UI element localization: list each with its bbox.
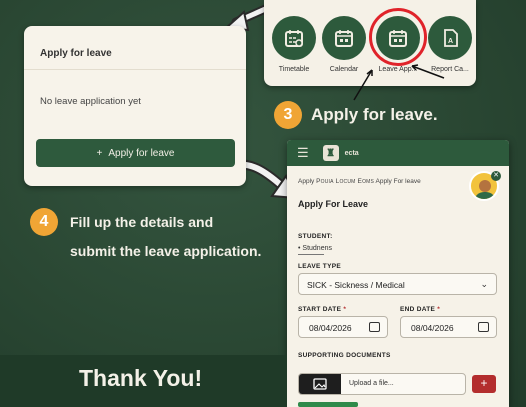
start-date-value: 08/04/2026 — [309, 323, 352, 333]
page-title: Apply For Leave — [298, 199, 369, 209]
step-4-caption-line1: Fill up the details and — [70, 214, 214, 230]
end-date-input[interactable]: 08/04/2026 — [400, 316, 497, 338]
supporting-documents-label: SUPPORTING DOCUMENTS — [298, 352, 391, 359]
breadcrumb-item-2[interactable]: Pouia Locum Eoms — [316, 178, 374, 185]
end-date-label: END DATE * — [400, 306, 441, 313]
leave-application-shortcut[interactable]: Leave App... — [376, 16, 420, 73]
leave-form-screen: ☰ ♜ ecta Apply Pouia Locum Eoms Apply Fo… — [287, 140, 509, 407]
report-card-shortcut[interactable]: A Report Ca... — [428, 16, 472, 73]
report-card-icon: A — [428, 16, 472, 60]
leave-calendar-icon — [376, 16, 420, 60]
thank-you-text: Thank You! — [79, 365, 203, 391]
pointer-arrows — [353, 64, 445, 101]
student-value: • Studnens — [298, 245, 332, 252]
close-icon[interactable]: ✕ — [491, 171, 501, 181]
student-label: STUDENT: — [298, 233, 333, 240]
chevron-down-icon: ⌄ — [480, 279, 488, 289]
calendar-icon — [369, 322, 380, 332]
apply-for-leave-button-label: Apply for leave — [108, 147, 175, 159]
file-upload-input[interactable]: Upload a file... — [298, 373, 466, 395]
add-document-button[interactable]: + — [472, 375, 496, 393]
school-logo-icon: ♜ — [322, 145, 339, 161]
upload-placeholder: Upload a file... — [349, 380, 394, 387]
timetable-shortcut[interactable]: Timetable — [272, 16, 316, 73]
student-underline — [298, 254, 324, 255]
timetable-icon — [272, 16, 316, 60]
apply-for-leave-button[interactable]: + Apply for leave — [36, 139, 235, 167]
step-3-caption: Apply for leave. — [311, 105, 438, 124]
leave-type-select[interactable]: SICK - Sickness / Medical ⌄ — [298, 273, 497, 295]
start-date-input[interactable]: 08/04/2026 — [298, 316, 388, 338]
breadcrumb: Apply Pouia Locum Eoms Apply For leave — [298, 178, 421, 185]
leave-list-card: Apply for leave No leave application yet… — [24, 26, 246, 186]
brand-name: ecta — [344, 149, 359, 157]
step-3-badge: 3 — [274, 101, 302, 129]
breadcrumb-item-3: Apply For leave — [375, 178, 421, 185]
step-4-caption-line2: submit the leave application. — [70, 243, 262, 259]
image-icon — [299, 374, 341, 394]
calendar-icon — [478, 322, 489, 332]
hamburger-menu-icon[interactable]: ☰ — [297, 145, 309, 161]
leave-type-label: LEAVE TYPE — [298, 263, 341, 270]
calendar-shortcut[interactable]: Calendar — [322, 16, 366, 73]
breadcrumb-item-1[interactable]: Apply — [298, 178, 314, 185]
start-date-label: START DATE * — [298, 306, 347, 313]
end-date-value: 08/04/2026 — [411, 323, 454, 333]
empty-state-text: No leave application yet — [40, 96, 141, 107]
submit-button-partial[interactable] — [298, 402, 358, 407]
step-4-badge: 4 — [30, 208, 58, 236]
plus-icon: + — [96, 147, 103, 159]
leave-type-value: SICK - Sickness / Medical — [307, 280, 405, 290]
card-title: Apply for leave — [24, 26, 246, 70]
calendar-icon — [322, 16, 366, 60]
app-top-bar: ☰ ♜ ecta — [287, 140, 509, 166]
svg-text:A: A — [448, 38, 453, 45]
